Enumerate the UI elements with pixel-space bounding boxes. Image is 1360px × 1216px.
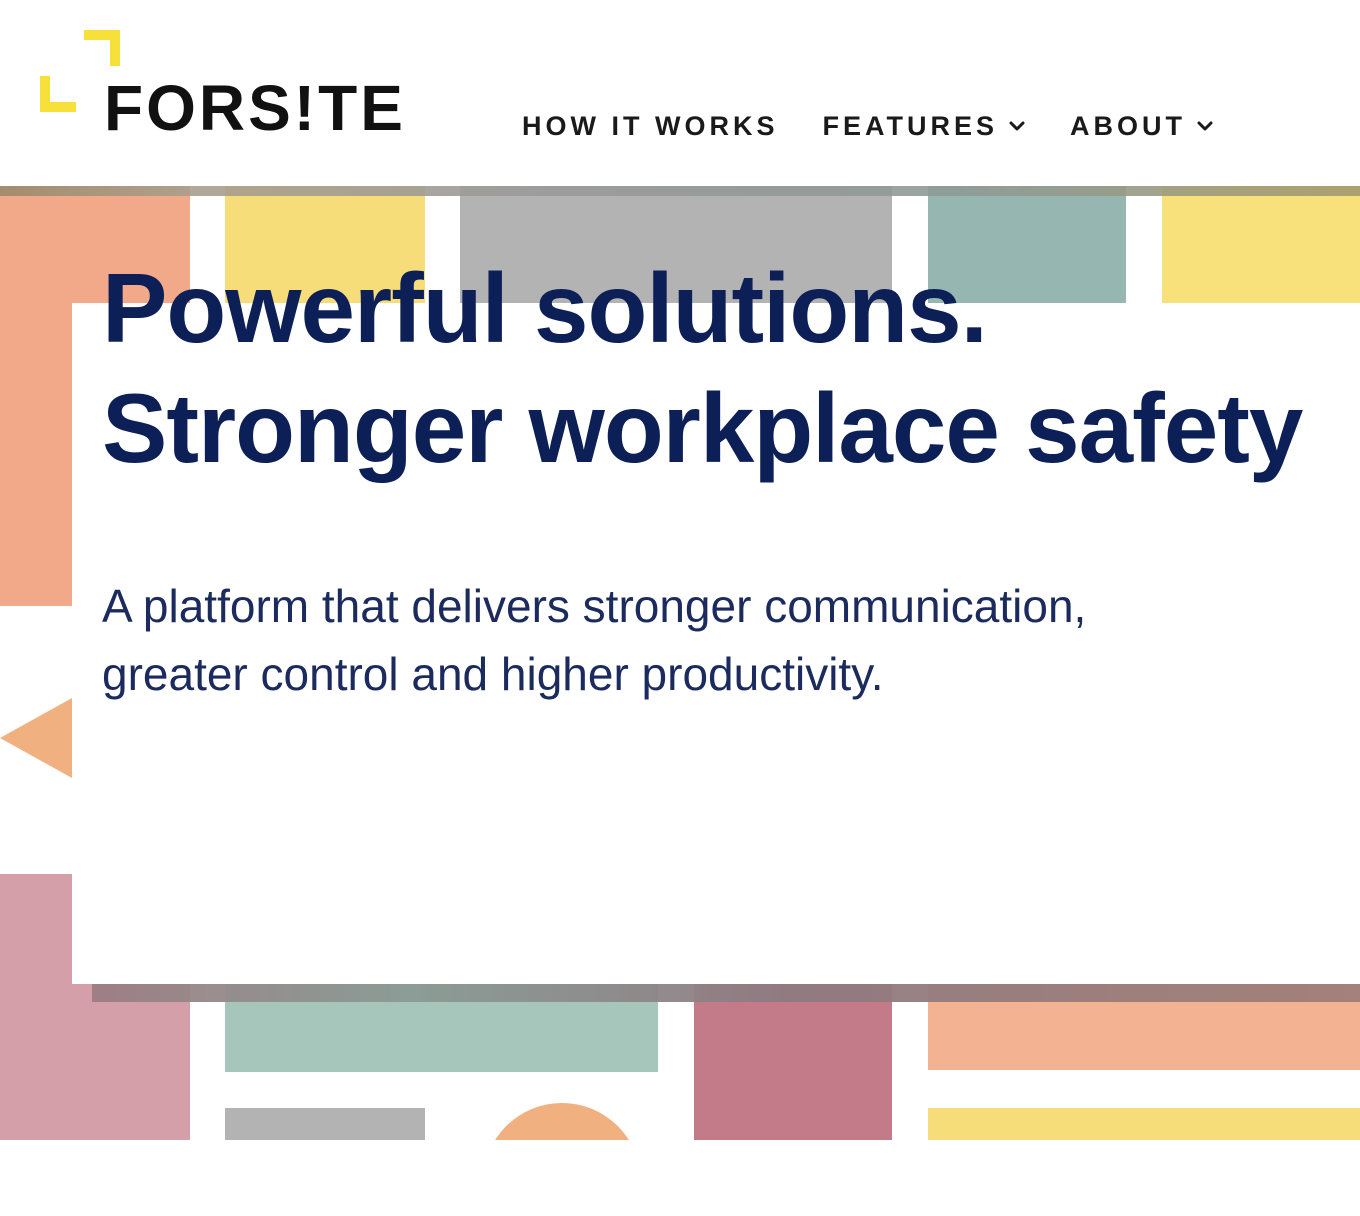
subtext-line-2: greater control and higher productivity. bbox=[102, 648, 884, 700]
headline-line-1: Powerful solutions. bbox=[102, 253, 988, 363]
forsite-logo[interactable]: FORS!TE bbox=[38, 28, 403, 148]
decor-tile-gray-small bbox=[225, 1108, 425, 1140]
logo-wordmark: FORS!TE bbox=[104, 72, 406, 144]
headline-line-2: Stronger workplace safety bbox=[102, 373, 1303, 483]
nav-about[interactable]: ABOUT bbox=[1070, 111, 1214, 142]
chevron-down-icon bbox=[1009, 121, 1025, 131]
card-shadow-strip bbox=[92, 984, 1360, 1002]
decor-semicircle bbox=[483, 1103, 641, 1140]
hero-subtext: A platform that delivers stronger commun… bbox=[102, 572, 1282, 708]
subtext-line-1: A platform that delivers stronger commun… bbox=[102, 580, 1087, 632]
decor-triangle bbox=[0, 698, 72, 778]
nav-label: FEATURES bbox=[822, 110, 998, 141]
decor-tile-rose bbox=[694, 984, 892, 1140]
hero-headline: Powerful solutions. Stronger workplace s… bbox=[102, 248, 1342, 488]
nav-label: ABOUT bbox=[1070, 110, 1186, 141]
decor-tile-yellow-bottom bbox=[928, 1108, 1360, 1140]
decor-shadow-strip bbox=[0, 186, 1360, 196]
nav-how-it-works[interactable]: HOW IT WORKS bbox=[522, 111, 778, 142]
site-header: FORS!TE HOW IT WORKS FEATURES ABOUT bbox=[0, 0, 1360, 186]
nav-label: HOW IT WORKS bbox=[522, 110, 779, 141]
main-nav: HOW IT WORKS FEATURES ABOUT bbox=[522, 108, 1258, 144]
nav-features[interactable]: FEATURES bbox=[822, 111, 1026, 142]
chevron-down-icon bbox=[1197, 121, 1213, 131]
